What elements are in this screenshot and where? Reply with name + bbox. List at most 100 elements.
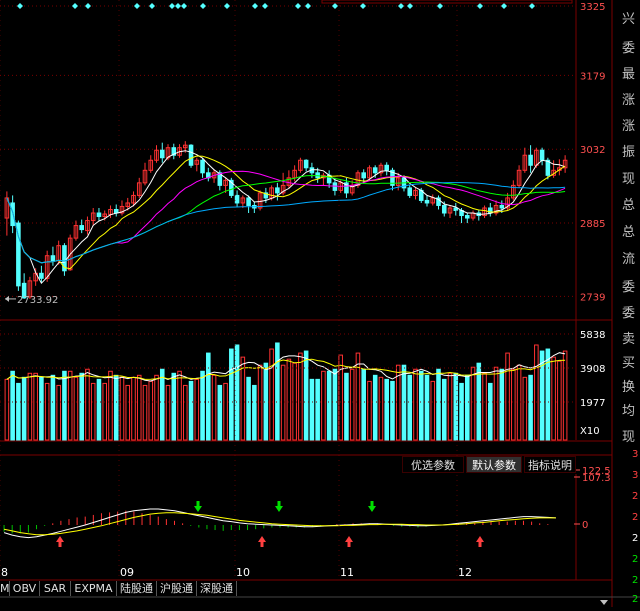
volume-axis-label: 3908 [580, 364, 605, 375]
sell-signal-arrow-icon [194, 501, 202, 512]
buy-signal-arrow-icon [56, 536, 64, 547]
volume-bar [62, 370, 67, 441]
tab-preferred-params[interactable]: 优选参数 [402, 456, 464, 473]
tab-shengutong[interactable]: 深股通 [197, 581, 237, 596]
side-value: 2 [632, 594, 639, 605]
side-label-amplitude: 振 [622, 145, 636, 160]
candle-body [407, 187, 413, 196]
price-axis-label: 3179 [580, 71, 605, 82]
candle-body [499, 204, 505, 209]
volume-bar [275, 342, 280, 441]
tab-indicator-obv[interactable]: OBV [10, 581, 40, 596]
stock-chart-panel[interactable]: 3325 3179 3032 2885 2739 2733.92 5838 3908 1977 X… [0, 0, 640, 607]
sell-signal-arrow-icon [368, 501, 376, 512]
volume-bar [493, 366, 499, 441]
volume-bar [407, 374, 413, 441]
diamond-icon [175, 3, 181, 9]
diamond-icon [407, 3, 413, 9]
diamond-icon [85, 3, 91, 9]
volume-bar [136, 374, 142, 441]
volume-bar [355, 352, 361, 441]
diamond-icon [200, 3, 206, 9]
volume-bar [372, 374, 378, 441]
volume-bar [79, 372, 84, 441]
volume-bar [522, 376, 528, 441]
volume-bar [298, 352, 303, 441]
volume-bar [557, 360, 562, 441]
side-label-ratio: 委 [622, 41, 636, 56]
candle-body [528, 154, 533, 166]
side-value: 2 [632, 491, 639, 502]
volume-bar [309, 378, 315, 441]
tab-hugutong[interactable]: 沪股通 [157, 581, 197, 596]
tab-lugutong[interactable]: 陆股通 [117, 581, 157, 596]
price-axis-label: 2885 [580, 219, 605, 230]
volume-bar [73, 376, 79, 441]
tab-indicator-expma[interactable]: EXPMA [71, 581, 117, 596]
candle-body [275, 187, 280, 194]
side-label-now: 现 [622, 430, 636, 445]
volume-bar [511, 368, 516, 441]
diamond-icon [501, 3, 507, 9]
side-label-float: 流 [622, 252, 636, 267]
tab-indicator-m[interactable]: M [0, 581, 10, 596]
volume-bar [119, 376, 125, 441]
volume-bar [194, 378, 200, 441]
volume-bar [257, 364, 263, 441]
diamond-icon [262, 3, 268, 9]
moving-average-line [6, 174, 566, 264]
price-axis-label: 3032 [580, 145, 605, 156]
tab-indicator-sar[interactable]: SAR [40, 581, 71, 596]
diamond-icon [360, 3, 366, 9]
side-label-buy: 买 [622, 356, 636, 371]
volume-bar [4, 378, 10, 441]
diamond-icon [72, 3, 78, 9]
volume-bar [418, 370, 424, 441]
volume-bar [447, 372, 453, 441]
volume-bar [441, 378, 447, 441]
diamond-icon [149, 3, 155, 9]
diamond-icon [224, 3, 230, 9]
volume-bar [246, 376, 251, 441]
volume-bar [401, 364, 407, 441]
moving-average-line [6, 182, 566, 264]
price-axis-label: 2739 [580, 292, 605, 303]
tab-indicator-help[interactable]: 指标说明 [524, 456, 576, 473]
volume-bar [165, 384, 171, 441]
volume-bar [96, 378, 102, 441]
volume-bar [113, 374, 119, 441]
volume-bar [229, 348, 234, 441]
month-label: 09 [120, 566, 134, 579]
candle-body [545, 159, 551, 176]
volume-bar [27, 372, 33, 441]
volume-bar [280, 364, 286, 441]
volume-bar [67, 370, 73, 441]
candle-body [303, 159, 309, 169]
sell-signal-arrow-icon [275, 501, 283, 512]
side-label-name: 兴 [622, 12, 636, 27]
volume-bar [44, 382, 50, 441]
side-label-total-vol: 总 [622, 198, 636, 213]
volume-bar [424, 374, 430, 441]
diamond-icon [181, 3, 187, 9]
volume-bar [534, 344, 539, 441]
volume-bar [384, 378, 389, 441]
volume-bar [240, 356, 246, 441]
volume-bar [16, 382, 21, 441]
tab-default-params[interactable]: 默认参数 [466, 456, 522, 473]
candle-body [159, 149, 165, 159]
candle-body [234, 194, 240, 204]
volume-bar [286, 358, 292, 441]
candle-body [50, 255, 56, 262]
volume-bar [39, 376, 44, 441]
volume-axis-label: X10 [580, 426, 600, 437]
chart-canvas[interactable]: 332531793032288527392733.92583839081977X… [0, 0, 640, 607]
volume-bar [200, 370, 205, 441]
price-box [321, 0, 573, 4]
candle-body [79, 225, 84, 231]
volume-bar [430, 380, 436, 441]
low-price-annotation: 2733.92 [17, 295, 58, 306]
volume-bar [326, 370, 332, 441]
volume-bar [390, 380, 395, 441]
moving-average-line [6, 170, 566, 264]
